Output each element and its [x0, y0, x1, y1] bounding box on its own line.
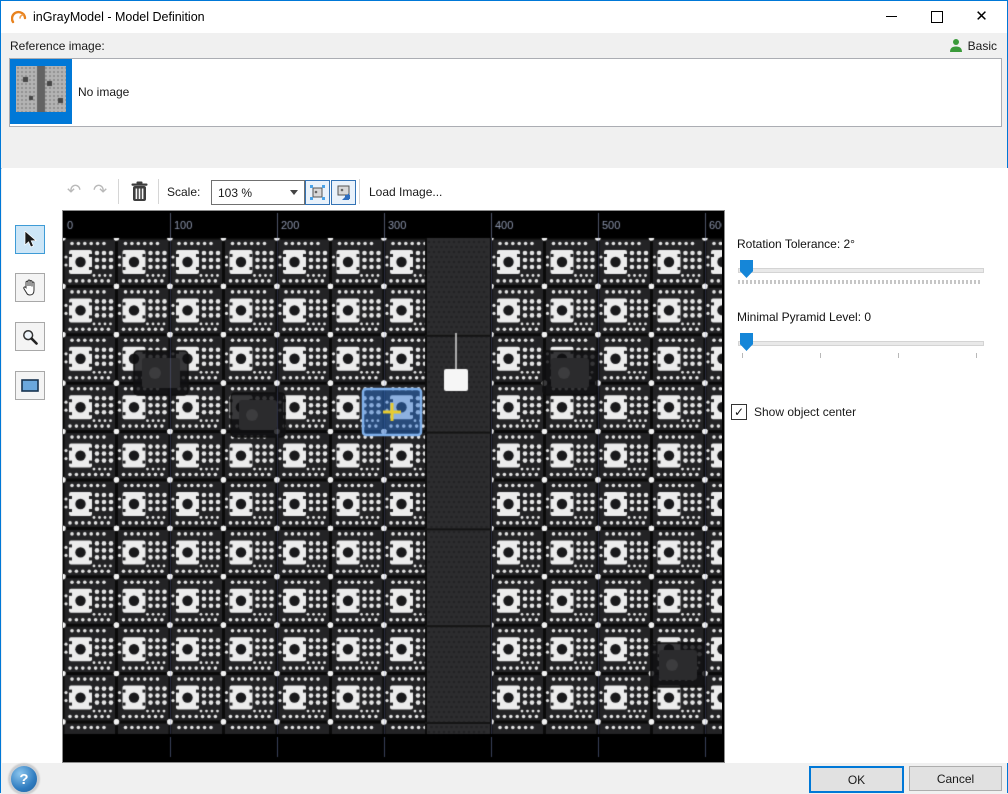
- reference-thumbnail-tile[interactable]: [10, 59, 72, 124]
- title-bar: inGrayModel - Model Definition ✕: [1, 1, 1007, 33]
- zoom-selection-icon: [336, 185, 351, 200]
- mode-label: Basic: [968, 39, 997, 53]
- reference-image-label: Reference image:: [10, 39, 105, 53]
- pyramid-tick: [742, 353, 743, 358]
- rotation-tolerance-label: Rotation Tolerance: 2°: [737, 237, 855, 251]
- hand-icon: [22, 279, 38, 296]
- info-bar: Select a template rectangle. It should b…: [1, 128, 1007, 169]
- show-object-center-row[interactable]: ✓ Show object center: [731, 404, 856, 420]
- zoom-to-selection-button[interactable]: [331, 180, 356, 205]
- maximize-icon: [931, 11, 943, 23]
- fit-image-icon: [310, 185, 325, 200]
- scale-combobox[interactable]: 103 %: [211, 180, 305, 205]
- reference-thumbnail-image: [16, 66, 66, 112]
- cancel-button[interactable]: Cancel: [909, 766, 1002, 791]
- cancel-button-label: Cancel: [937, 772, 974, 786]
- user-icon: [949, 38, 963, 53]
- show-object-center-checkbox[interactable]: ✓: [731, 404, 747, 420]
- pyramid-tick: [820, 353, 821, 358]
- rotation-tolerance-slider-track[interactable]: [738, 268, 984, 273]
- close-icon: ✕: [975, 9, 988, 24]
- pyramid-level-slider-track[interactable]: [738, 341, 984, 346]
- redo-icon: ↷: [93, 181, 107, 201]
- zoom-tool-button[interactable]: [15, 322, 45, 351]
- mode-indicator[interactable]: Basic: [949, 38, 997, 53]
- window-title: inGrayModel - Model Definition: [33, 10, 205, 24]
- close-button[interactable]: ✕: [959, 1, 1004, 32]
- minimize-button[interactable]: [869, 1, 914, 32]
- toolbar-separator: [359, 179, 360, 204]
- no-image-label: No image: [78, 85, 129, 99]
- toolbar-separator: [158, 179, 159, 204]
- ok-button-label: OK: [848, 773, 865, 787]
- pyramid-tick: [976, 353, 977, 358]
- rectangle-icon: [21, 379, 39, 392]
- help-button[interactable]: ?: [9, 764, 39, 794]
- image-editor-canvas[interactable]: [63, 211, 722, 760]
- app-logo-icon: [11, 9, 28, 26]
- scale-value: 103 %: [218, 186, 290, 200]
- trash-icon: [131, 181, 148, 202]
- rectangle-tool-button[interactable]: [15, 371, 45, 400]
- undo-icon: ↶: [67, 181, 81, 201]
- toolbar-separator: [118, 179, 119, 204]
- pan-tool-button[interactable]: [15, 273, 45, 302]
- scale-label: Scale:: [167, 185, 200, 199]
- undo-button[interactable]: ↶: [63, 181, 85, 201]
- pyramid-level-label: Minimal Pyramid Level: 0: [737, 310, 871, 324]
- reference-image-list: [9, 58, 1002, 127]
- maximize-button[interactable]: [914, 1, 959, 32]
- model-definition-dialog: { "window": { "title": "inGrayModel - Mo…: [0, 0, 1008, 793]
- select-tool-button[interactable]: [15, 225, 45, 254]
- magnifier-icon: [22, 329, 38, 345]
- minimize-icon: [886, 16, 897, 17]
- ok-button[interactable]: OK: [809, 766, 904, 793]
- pyramid-tick: [898, 353, 899, 358]
- redo-button[interactable]: ↷: [89, 181, 111, 201]
- help-icon: ?: [19, 771, 28, 788]
- chevron-down-icon: [290, 190, 298, 195]
- cursor-arrow-icon: [23, 231, 37, 248]
- image-view-container: [62, 210, 725, 763]
- delete-button[interactable]: [128, 179, 150, 203]
- show-object-center-label: Show object center: [754, 405, 856, 419]
- rotation-slider-ticks: [738, 280, 981, 284]
- fit-image-to-window-button[interactable]: [305, 180, 330, 205]
- load-image-button[interactable]: Load Image...: [369, 185, 442, 199]
